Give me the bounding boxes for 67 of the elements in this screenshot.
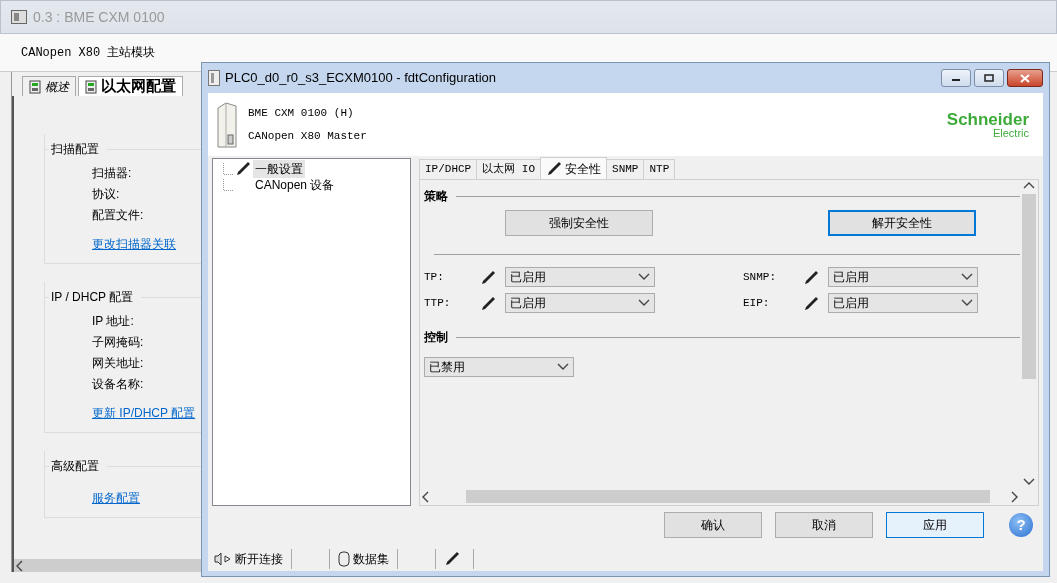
field-label: SNMP:: [743, 269, 777, 285]
field-label: 网关地址:: [92, 354, 144, 372]
field-label: 设备名称:: [92, 375, 144, 393]
status-text: 断开连接: [235, 551, 283, 568]
pencil-icon: [803, 269, 819, 286]
field-label: 扫描器:: [92, 164, 132, 182]
module-subtitle: CANopen X80 主站模块: [21, 44, 156, 62]
module-icon: [85, 79, 97, 94]
status-text: 数据集: [353, 551, 389, 568]
horizontal-scrollbar[interactable]: [420, 488, 1020, 505]
device-name: BME CXM 0100 (H): [248, 106, 355, 121]
field-label: EIP:: [743, 295, 771, 311]
logo: Schneider Electric: [946, 110, 1029, 139]
group-title: 高级配置: [50, 458, 100, 475]
tab[interactable]: 概述: [22, 76, 76, 96]
dropdown[interactable]: 已启用: [828, 293, 978, 313]
tab[interactable]: NTP: [643, 159, 676, 179]
tab[interactable]: IP/DHCP: [419, 159, 478, 179]
tree-connector-icon: [223, 163, 233, 175]
dropdown[interactable]: 已禁用: [424, 357, 574, 377]
window-title: PLC0_d0_r0_s3_ECXM0100 - fdtConfiguration: [225, 69, 496, 88]
device-description: CANopen X80 Master: [248, 128, 367, 144]
dropdown[interactable]: 已启用: [828, 267, 978, 287]
field-label: 子网掩码:: [92, 333, 144, 351]
vertical-scrollbar[interactable]: [1020, 180, 1038, 488]
button[interactable]: 解开安全性: [828, 210, 976, 236]
button[interactable]: 确认: [664, 512, 762, 538]
field-label: TP:: [424, 269, 445, 285]
dropdown[interactable]: 已启用: [505, 267, 655, 287]
pencil-icon: [480, 269, 496, 286]
field-label: TTP:: [424, 295, 452, 311]
button[interactable]: 应用: [886, 512, 984, 538]
tree-item[interactable]: 一般设置: [253, 160, 305, 178]
tab[interactable]: 以太网配置: [78, 76, 183, 96]
section-title: 控制: [424, 329, 448, 346]
field-label: 协议:: [92, 185, 120, 203]
window-icon: [11, 10, 27, 24]
link[interactable]: 更新 IP/DHCP 配置: [92, 404, 196, 422]
window-icon: [208, 70, 220, 86]
maximize-icon: [984, 74, 994, 82]
group-title: 扫描配置: [50, 141, 100, 158]
device-module-drawing: [216, 101, 238, 148]
horizontal-scrollbar[interactable]: [14, 559, 202, 572]
group-title: IP / DHCP 配置: [50, 289, 135, 306]
field-label: 配置文件:: [92, 206, 144, 224]
pencil-icon: [444, 551, 460, 567]
window-title: 0.3 : BME CXM 0100: [33, 7, 165, 27]
link[interactable]: 服务配置: [92, 489, 140, 507]
field-label: IP 地址:: [92, 312, 134, 330]
tab[interactable]: 安全性: [540, 157, 608, 179]
button[interactable]: 强制安全性: [505, 210, 653, 236]
module-icon: [29, 79, 41, 94]
link[interactable]: 更改扫描器关联: [92, 235, 176, 253]
maximize-button[interactable]: [974, 69, 1004, 87]
pencil-icon: [546, 160, 563, 177]
section-title: 策略: [424, 188, 448, 205]
database-icon: [338, 550, 350, 568]
minimize-button[interactable]: [941, 69, 971, 87]
dropdown[interactable]: 已启用: [505, 293, 655, 313]
pencil-icon: [480, 295, 496, 312]
button[interactable]: 取消: [775, 512, 873, 538]
tree-item[interactable]: CANopen 设备: [253, 176, 337, 194]
close-icon: [1020, 73, 1030, 83]
close-button[interactable]: [1007, 69, 1043, 87]
tree-connector-icon: [223, 179, 233, 191]
speaker-icon: [214, 552, 232, 566]
pencil-icon: [803, 295, 819, 312]
